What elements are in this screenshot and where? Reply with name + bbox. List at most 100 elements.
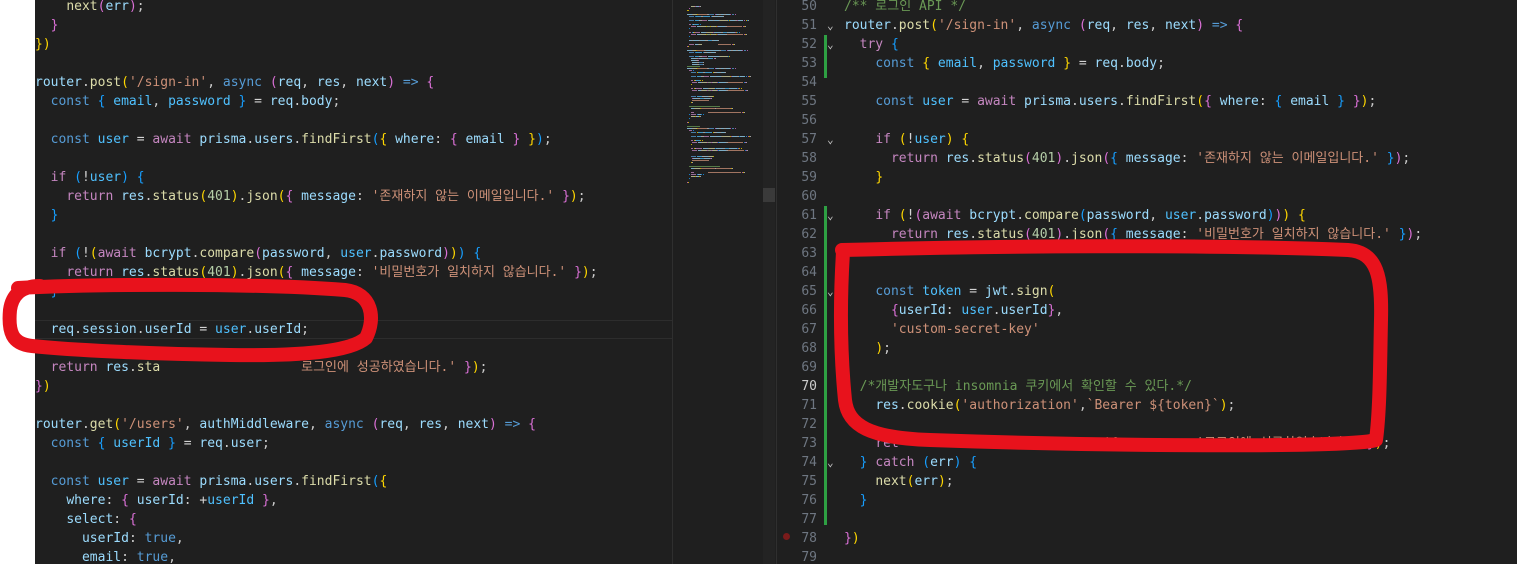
code-token: ) [875,341,884,356]
code-token: res [105,360,129,375]
code-line[interactable]: where: { userId: +userId }, [35,491,277,510]
line-number[interactable]: 57 [777,130,817,149]
code-line[interactable]: if (!(await bcrypt.compare(password, use… [35,244,482,263]
minimap-mark [728,82,743,83]
line-number[interactable]: 59 [777,168,817,187]
code-line[interactable]: next(err); [35,0,144,16]
line-number[interactable]: 68 [777,339,817,358]
vertical-scrollbar[interactable] [763,0,775,564]
code-line[interactable]: try { [844,35,899,54]
code-line[interactable]: const user = await prisma.users.findFirs… [35,130,552,149]
line-number[interactable]: 78 [777,529,817,548]
code-line[interactable]: select: { [35,510,136,529]
code-line[interactable]: } [35,16,59,35]
line-number[interactable]: 65 [777,282,817,301]
code-line[interactable]: email: true, [35,548,176,564]
fold-chevron-icon[interactable]: ⌄ [827,16,839,35]
scrollbar-thumb[interactable] [763,188,775,202]
code-token: router [35,75,82,90]
line-number[interactable]: 77 [777,510,817,529]
line-number[interactable]: 52 [777,35,817,54]
code-line[interactable]: const user = await prisma.users.findFirs… [844,92,1376,111]
line-number[interactable]: 66 [777,301,817,320]
line-number[interactable]: 72 [777,415,817,434]
line-number[interactable]: 51 [777,16,817,35]
code-line[interactable]: /** 로그인 API */ [844,0,966,16]
code-line[interactable]: }) [844,529,860,548]
line-number[interactable]: 54 [777,73,817,92]
code-line[interactable]: ); [844,339,891,358]
fold-chevron-icon[interactable]: ⌄ [827,130,839,149]
minimap[interactable] [673,0,776,564]
minimap-mark [700,116,701,117]
code-token: status [977,227,1025,242]
line-number[interactable]: 50 [777,0,817,16]
line-number[interactable]: 60 [777,187,817,206]
code-line[interactable]: res.cookie('authorization',`Bearer ${tok… [844,396,1235,415]
line-number[interactable]: 62 [777,225,817,244]
minimap-mark [695,32,700,33]
line-number[interactable]: 70 [777,377,817,396]
code-line[interactable]: router.post('/sign-in', async (req, res,… [844,16,1243,35]
code-line[interactable]: return res.status(401).json({ message: '… [844,149,1410,168]
code-line[interactable]: }) [35,377,51,396]
code-token: ; [577,189,586,204]
line-number[interactable]: 74 [777,453,817,472]
code-token: async [222,75,263,90]
code-line[interactable]: return res.status(401).json({ message: '… [35,263,597,282]
code-line[interactable]: } [35,282,59,301]
line-number[interactable]: 73 [777,434,817,453]
left-editor-pane[interactable]: next(err); }}) router.post('/sign-in', as… [0,0,672,564]
line-number[interactable]: 53 [777,54,817,73]
line-number[interactable]: 55 [777,92,817,111]
diff-added-marker[interactable] [824,206,827,525]
right-editor-pane[interactable]: 50 /** 로그인 API */ 51 ⌄ router.post('/sign-in… [777,0,1517,564]
code-line[interactable]: next(err); [844,472,953,491]
code-line[interactable]: if (!user) { [844,130,969,149]
code-line[interactable]: 'custom-secret-key' [844,320,1040,339]
code-line[interactable]: return res.sta 로그인에 성공하였습니다.' }); [35,358,488,377]
line-number[interactable]: 61 [777,206,817,225]
line-number[interactable]: 69 [777,358,817,377]
code-line[interactable]: /*개발자도구나 insomnia 쿠키에서 확인할 수 있다.*/ [844,377,1192,396]
code-line[interactable]: ret (200).json({ message: '로그인에 성공하였습니다.… [844,434,1390,453]
minimap-mark [691,140,693,141]
line-number[interactable]: 75 [777,472,817,491]
code-line[interactable]: const token = jwt.sign( [844,282,1055,301]
line-number[interactable]: 64 [777,263,817,282]
code-line[interactable]: const { userId } = req.user; [35,434,270,453]
line-number[interactable]: 58 [777,149,817,168]
fold-chevron-icon[interactable]: ⌄ [827,453,839,472]
code-line[interactable]: return res.status(401).json({ message: '… [844,225,1422,244]
code-line[interactable]: }) [35,35,51,54]
code-line[interactable]: } catch (err) { [844,453,977,472]
fold-chevron-icon[interactable]: ⌄ [827,282,839,301]
code-line[interactable]: } [844,491,868,510]
line-number[interactable]: 56 [777,111,817,130]
line-number[interactable]: 67 [777,320,817,339]
line-number[interactable]: 71 [777,396,817,415]
code-line[interactable]: return res.status(401).json({ message: '… [35,187,586,206]
code-line[interactable]: req.session.userId = user.userId; [35,320,309,339]
code-line[interactable]: } [844,168,883,187]
code-token: findFirst [1125,94,1197,109]
code-token: { [1298,208,1306,223]
line-number[interactable]: 76 [777,491,817,510]
code-line[interactable]: if (!(await bcrypt.compare(password, use… [844,206,1306,225]
code-line[interactable]: router.post('/sign-in', async (req, res,… [35,73,434,92]
fold-chevron-icon[interactable]: ⌄ [827,206,839,225]
code-line[interactable]: userId: true, [35,529,184,548]
code-line[interactable]: const user = await prisma.users.findFirs… [35,472,388,491]
code-token: ) [489,417,497,432]
left-code-area[interactable]: next(err); }}) router.post('/sign-in', as… [35,0,672,564]
code-line[interactable]: const { email, password } = req.body; [844,54,1165,73]
line-number[interactable]: 63 [777,244,817,263]
fold-chevron-icon[interactable]: ⌄ [827,35,839,54]
code-line[interactable]: router.get('/users', authMiddleware, asy… [35,415,536,434]
line-number[interactable]: 79 [777,548,817,564]
code-token: = [128,132,153,147]
code-line[interactable]: if (!user) { [35,168,145,187]
code-line[interactable]: const { email, password } = req.body; [35,92,341,111]
code-line[interactable]: {userId: user.userId}, [844,301,1063,320]
code-line[interactable]: } [35,206,59,225]
